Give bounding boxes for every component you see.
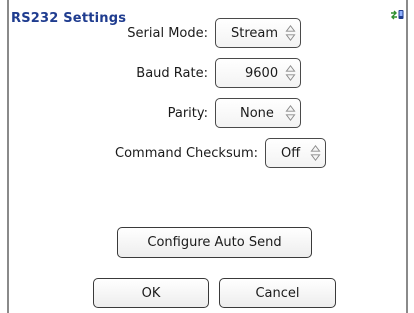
window-right-border <box>406 0 408 313</box>
parity-value: None <box>240 105 274 121</box>
page-title: RS232 Settings <box>11 11 127 26</box>
ok-button[interactable]: OK <box>93 278 209 308</box>
configure-auto-send-button[interactable]: Configure Auto Send <box>117 227 312 258</box>
up-down-arrows-icon[interactable] <box>284 23 297 43</box>
parity-label: Parity: <box>167 106 208 121</box>
window-left-border <box>7 0 9 313</box>
serial-mode-label: Serial Mode: <box>127 26 208 41</box>
baud-rate-label: Baud Rate: <box>136 66 208 81</box>
connection-arrows-icon <box>391 10 404 20</box>
command-checksum-label: Command Checksum: <box>115 146 258 161</box>
up-down-arrows-icon[interactable] <box>284 63 297 83</box>
serial-mode-value: Stream <box>231 25 279 41</box>
parity-spinner[interactable]: None <box>215 98 301 128</box>
command-checksum-spinner[interactable]: Off <box>265 138 326 168</box>
baud-rate-spinner[interactable]: 9600 <box>215 58 301 88</box>
command-checksum-value: Off <box>281 145 301 161</box>
serial-mode-spinner[interactable]: Stream <box>215 18 301 48</box>
baud-rate-value: 9600 <box>245 65 279 81</box>
up-down-arrows-icon[interactable] <box>309 143 322 163</box>
cancel-button[interactable]: Cancel <box>219 278 336 308</box>
up-down-arrows-icon[interactable] <box>284 103 297 123</box>
